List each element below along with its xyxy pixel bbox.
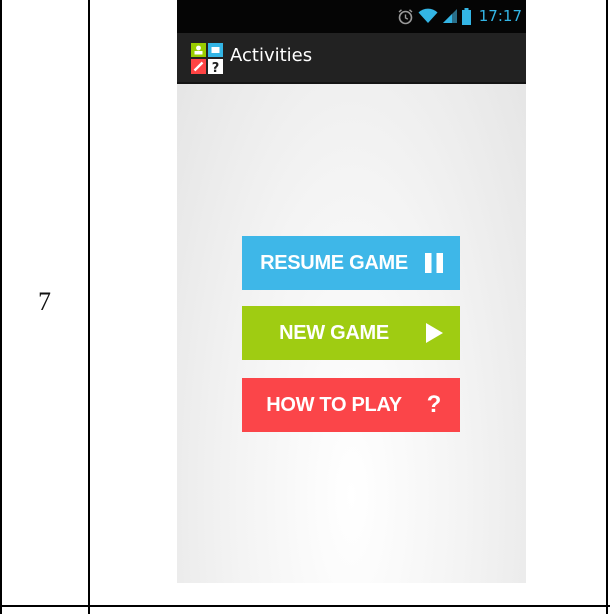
how-to-play-button[interactable]: HOW TO PLAY ? (242, 378, 460, 432)
activities-app-logo-icon[interactable]: ? (191, 43, 225, 76)
row-number: 7 (38, 287, 51, 316)
wifi-icon (418, 8, 438, 24)
svg-text:?: ? (212, 61, 220, 75)
page-title: Activities (230, 45, 313, 66)
alarm-icon (397, 8, 414, 25)
signal-icon (442, 8, 458, 24)
new-game-label: NEW GAME (279, 321, 389, 344)
phone-screenshot: 17:17 ? Activities RESUME GAME NEW GAME … (177, 0, 526, 583)
status-time: 17:17 (478, 7, 522, 25)
resume-game-button[interactable]: RESUME GAME (242, 236, 460, 290)
pause-icon (420, 236, 448, 290)
status-icons: 17:17 (397, 5, 522, 27)
action-bar: ? Activities (177, 33, 526, 84)
how-to-play-label: HOW TO PLAY (266, 393, 402, 416)
status-bar: 17:17 (177, 0, 526, 33)
question-mark-icon: ? (426, 391, 442, 418)
new-game-button[interactable]: NEW GAME (242, 306, 460, 360)
table-right-border (606, 0, 608, 614)
document-table: 7 17:17 ? Activities RESUME GAME NEW GAM… (0, 0, 610, 614)
resume-game-label: RESUME GAME (260, 251, 408, 274)
table-bottom-border (0, 605, 610, 607)
battery-icon (461, 7, 471, 25)
play-icon (420, 306, 448, 360)
